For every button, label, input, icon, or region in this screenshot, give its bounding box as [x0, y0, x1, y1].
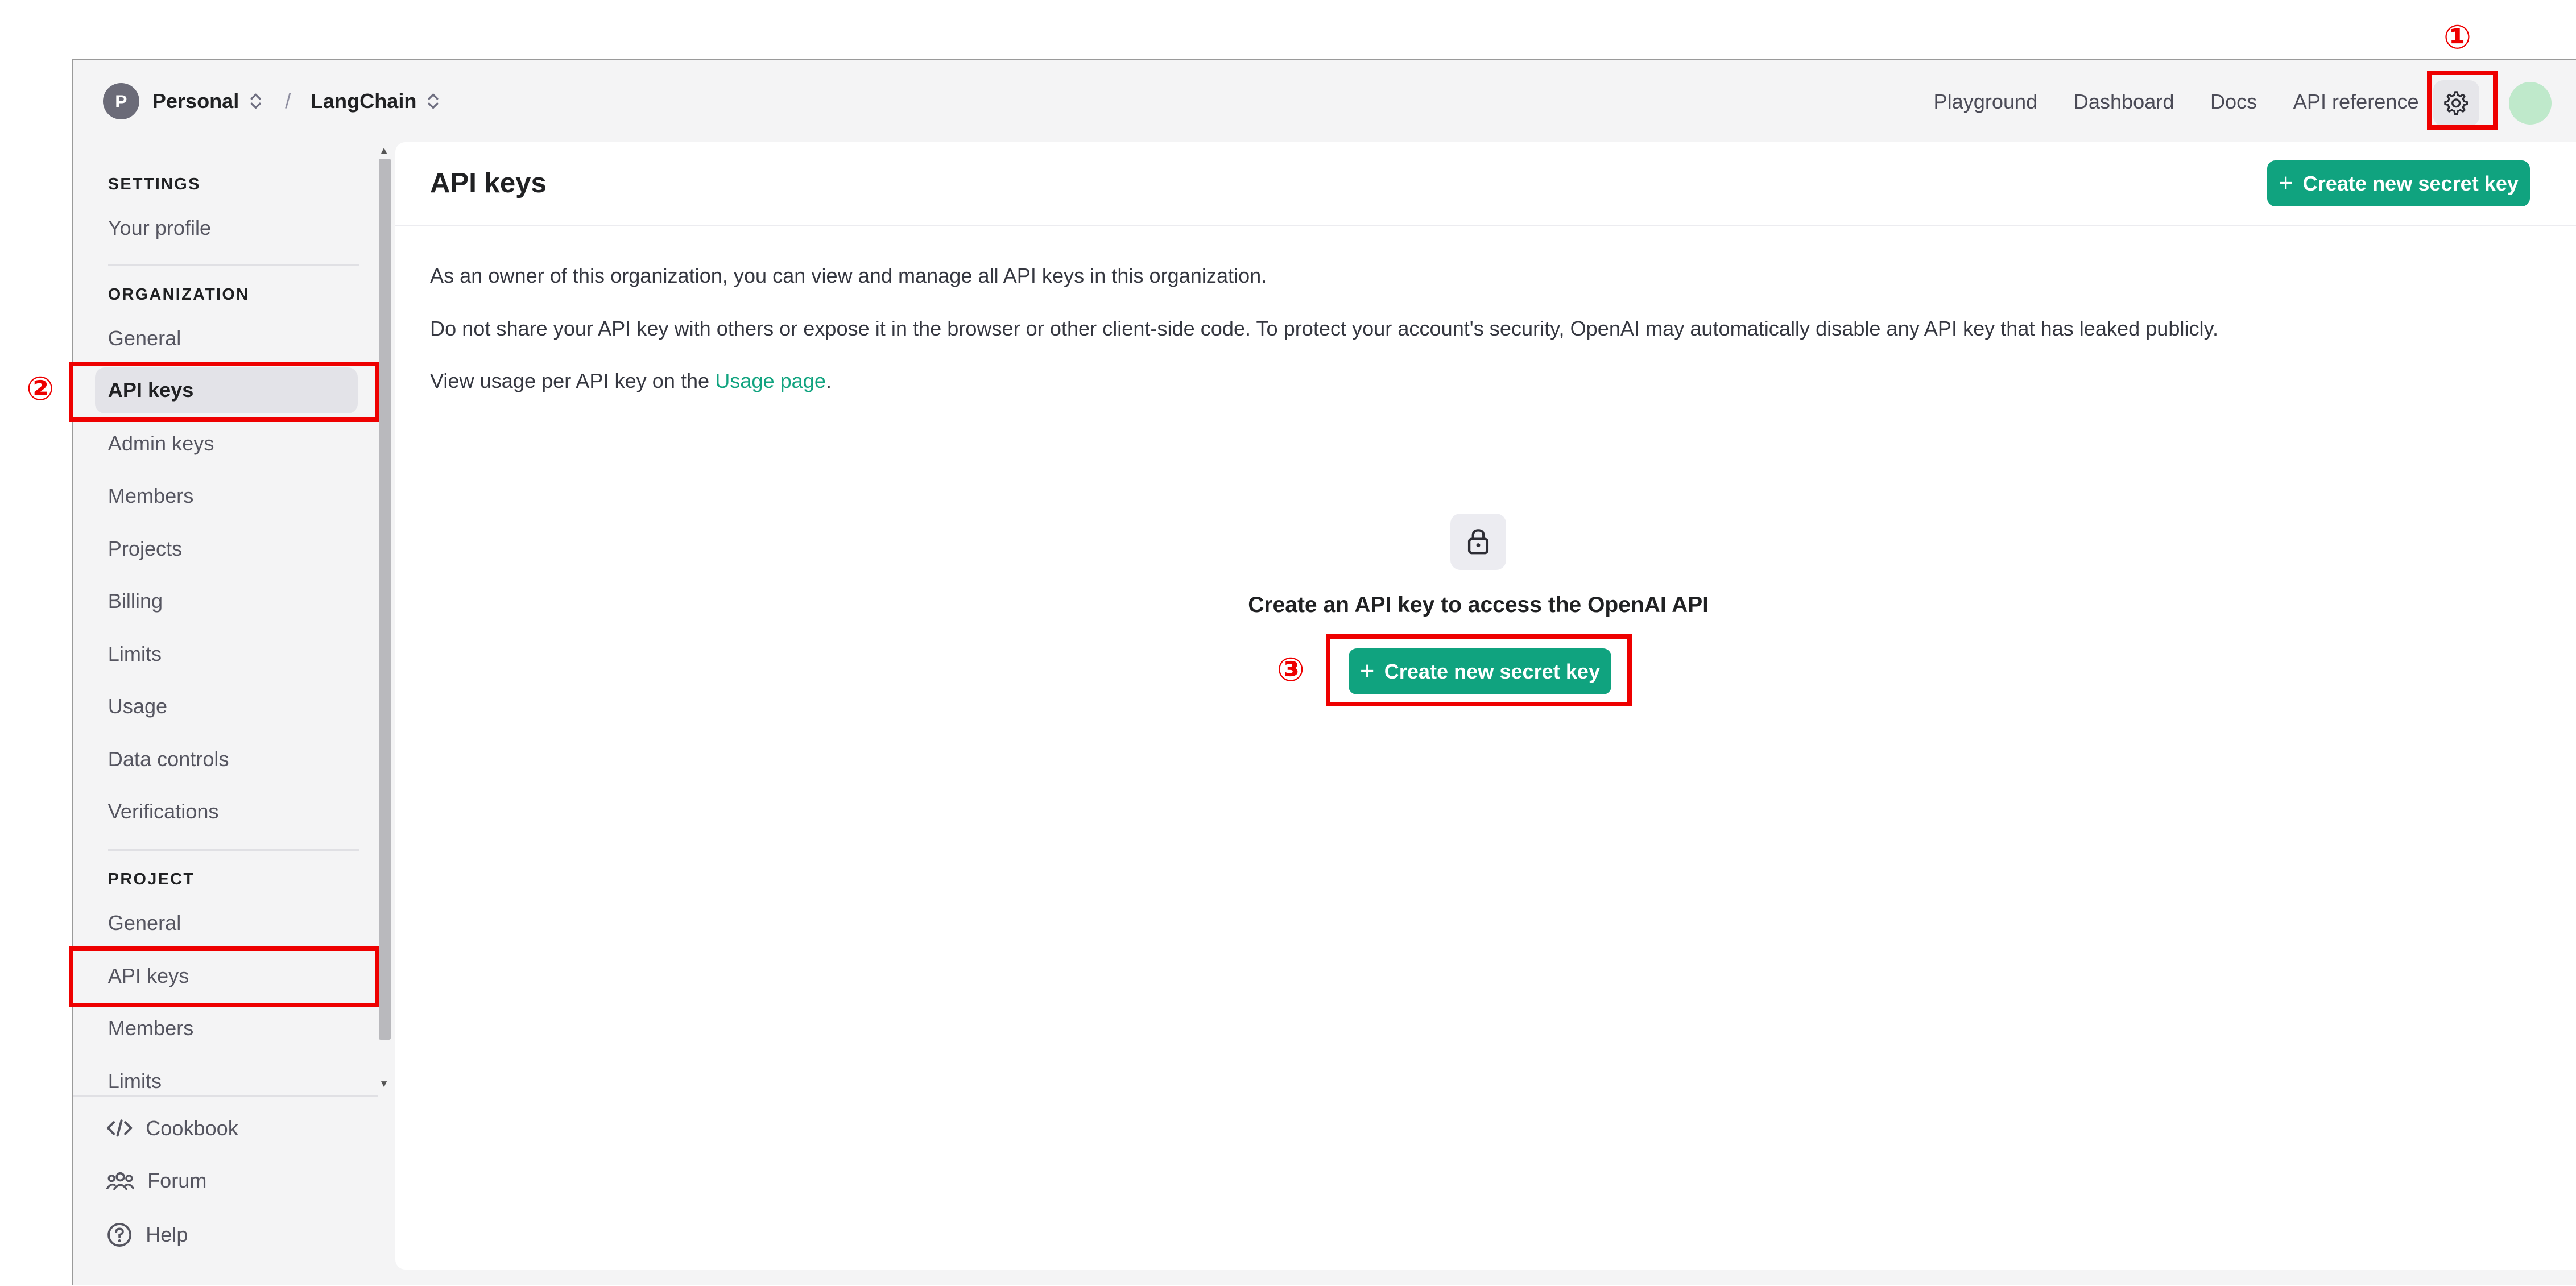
header-divider — [395, 224, 2576, 226]
nav-api-reference[interactable]: API reference — [2293, 90, 2419, 114]
sidebar-item-project-limits[interactable]: Limits — [108, 1069, 162, 1093]
org-name[interactable]: Personal — [152, 89, 239, 113]
plus-icon: + — [2279, 169, 2293, 197]
sidebar-link-cookbook[interactable]: Cookbook — [106, 1117, 238, 1140]
owner-description: As an owner of this organization, you ca… — [430, 264, 1267, 288]
org-project-switcher: P Personal / LangChain — [103, 83, 440, 119]
app-window: P Personal / LangChain Playground Dashbo… — [72, 59, 2576, 1285]
security-warning: Do not share your API key with others or… — [430, 316, 2218, 340]
code-icon — [106, 1119, 133, 1137]
screenshot-root: P Personal / LangChain Playground Dashbo… — [0, 0, 2576, 1285]
project-chevron-updown-icon[interactable] — [427, 92, 440, 110]
usage-note-prefix: View usage per API key on the — [430, 369, 716, 393]
sidebar-link-forum[interactable]: Forum — [106, 1169, 207, 1193]
usage-page-link[interactable]: Usage page — [715, 369, 826, 392]
section-header-project: PROJECT — [107, 870, 195, 889]
org-avatar[interactable]: P — [103, 83, 139, 119]
top-nav: Playground Dashboard Docs API reference — [1897, 90, 2419, 114]
nav-dashboard[interactable]: Dashboard — [2074, 90, 2174, 114]
sidebar-item-billing[interactable]: Billing — [108, 589, 163, 613]
sidebar-link-help[interactable]: Help — [106, 1222, 188, 1248]
user-avatar[interactable] — [2508, 81, 2552, 125]
annotation-box-org-api-keys — [69, 361, 380, 423]
lock-icon — [1468, 529, 1489, 555]
sidebar: SETTINGS Your profile ORGANIZATION Gener… — [73, 142, 394, 1286]
usage-note-suffix: . — [825, 369, 832, 393]
annotation-box-project-api-keys — [69, 946, 380, 1007]
sidebar-item-members[interactable]: Members — [108, 484, 194, 508]
scroll-down-arrow-icon[interactable]: ▼ — [379, 1078, 388, 1089]
create-secret-key-label: Create new secret key — [2302, 171, 2519, 195]
page-title: API keys — [430, 167, 547, 199]
annotation-box-create-key — [1326, 634, 1632, 707]
sidebar-item-project-general[interactable]: General — [108, 911, 181, 935]
sidebar-item-your-profile[interactable]: Your profile — [108, 216, 211, 240]
sidebar-item-verifications[interactable]: Verifications — [108, 800, 219, 824]
annotation-box-settings — [2427, 71, 2498, 130]
sidebar-item-admin-keys[interactable]: Admin keys — [108, 432, 214, 456]
sidebar-item-data-controls[interactable]: Data controls — [108, 747, 229, 771]
annotation-marker-1: ① — [2443, 19, 2471, 56]
scroll-up-arrow-icon[interactable]: ▲ — [379, 146, 388, 155]
sidebar-item-project-members[interactable]: Members — [108, 1016, 194, 1040]
annotation-marker-2: ② — [26, 370, 55, 407]
users-icon — [106, 1172, 134, 1190]
cookbook-label: Cookbook — [146, 1116, 238, 1140]
top-bar: P Personal / LangChain Playground Dashbo… — [73, 60, 2576, 142]
sidebar-item-org-general[interactable]: General — [108, 326, 181, 350]
project-name[interactable]: LangChain — [311, 89, 417, 113]
breadcrumb-separator: / — [285, 89, 291, 113]
org-chevron-updown-icon[interactable] — [249, 92, 262, 110]
sidebar-scrollbar-thumb[interactable] — [379, 159, 391, 1040]
help-label: Help — [146, 1222, 188, 1246]
annotation-marker-3: ③ — [1276, 651, 1305, 688]
nav-playground[interactable]: Playground — [1934, 90, 2038, 114]
empty-state-icon-box — [1450, 514, 1507, 570]
section-header-organization: ORGANIZATION — [107, 285, 250, 304]
empty-state-title: Create an API key to access the OpenAI A… — [1248, 593, 1709, 618]
sidebar-item-limits[interactable]: Limits — [108, 642, 162, 666]
usage-note: View usage per API key on the Usage page… — [430, 369, 832, 393]
sidebar-item-usage[interactable]: Usage — [108, 694, 167, 718]
help-icon — [107, 1222, 131, 1247]
sidebar-divider — [107, 849, 359, 851]
nav-docs[interactable]: Docs — [2210, 90, 2257, 114]
sidebar-divider — [107, 264, 359, 266]
sidebar-item-projects[interactable]: Projects — [108, 537, 182, 561]
forum-label: Forum — [147, 1169, 207, 1193]
section-header-settings: SETTINGS — [107, 175, 201, 194]
create-secret-key-button-header[interactable]: + Create new secret key — [2267, 160, 2530, 207]
sidebar-footer: Cookbook Forum Help — [73, 1095, 378, 1247]
